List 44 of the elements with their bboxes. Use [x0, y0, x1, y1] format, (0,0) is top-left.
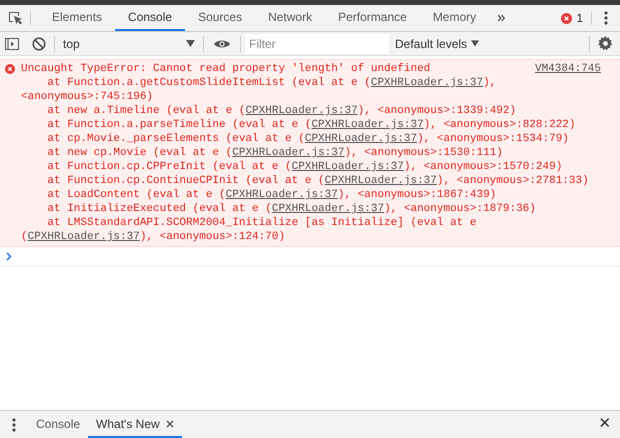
source-link[interactable]: CPXHRLoader.js:37 [28, 231, 140, 243]
stack-frame: at InitializeExecuted (eval at e (CPXHRLoader.js:37), <anonymous>:1879:36) [21, 202, 601, 216]
drawer-tab-label: What's New [96, 416, 160, 432]
source-link[interactable]: CPXHRLoader.js:37 [226, 189, 338, 201]
source-link[interactable]: CPXHRLoader.js:37 [272, 203, 384, 215]
panel-tab[interactable]: Performance [325, 5, 420, 31]
stack-frame: at new cp.Movie (eval at e (CPXHRLoader.js:37), <anonymous>:1530:111) [21, 146, 601, 160]
stack-frame: at Function.cp.CPPreInit (eval at e (CPXHRLoader.js:37), <anonymous>:1570:249) [21, 160, 601, 174]
source-link[interactable]: CPXHRLoader.js:37 [324, 175, 437, 187]
stack-frame: at LoadContent (eval at e (CPXHRLoader.js:37), <anonymous>:1867:439) [21, 188, 601, 202]
stack-frame: at LMSStandardAPI.SCORM2004_Initialize [as Initialize] (eval at e (CPXHRLoader.js:37), <anonymous>:124:70) [21, 216, 601, 244]
source-link[interactable]: CPXHRLoader.js:37 [304, 133, 418, 145]
drawer-tab[interactable]: Console [28, 411, 88, 438]
error-icon [561, 12, 572, 24]
prompt-chevron-icon [6, 252, 12, 261]
stack-frame: at Function.a.getCustomSlideItemList (eval at e (CPXHRLoader.js:37), <anonymous>:745:196) [21, 76, 601, 104]
filter-field[interactable]: Filter [245, 34, 389, 54]
more-tabs-button[interactable]: » [489, 5, 514, 31]
error-count: 1 [576, 10, 583, 27]
panel-tab[interactable]: Memory [420, 5, 490, 31]
drawer-tab-label: Console [36, 416, 80, 432]
close-drawer-button[interactable]: ✕ [590, 411, 620, 438]
dropdown-caret-icon [471, 40, 480, 47]
drawer-tab[interactable]: What's New [88, 411, 182, 438]
stack-frame: at Function.cp.ContinueCPInit (eval at e (CPXHRLoader.js:37), <anonymous>:2781:33) [21, 174, 601, 188]
stack-frame: at cp.Movie._parseElements (eval at e (CPXHRLoader.js:37), <anonymous>:1534:79) [21, 132, 601, 146]
source-link[interactable]: CPXHRLoader.js:37 [292, 161, 404, 173]
error-text: Uncaught TypeError: Cannot read property 'length' of undefined [21, 62, 430, 76]
stack-frame: at Function.a.parseTimeline (eval at e (CPXHRLoader.js:37), <anonymous>:828:222) [21, 118, 601, 132]
error-icon [5, 64, 15, 74]
panel-tab[interactable]: Elements [39, 5, 116, 31]
source-link[interactable]: CPXHRLoader.js:37 [232, 147, 344, 159]
dropdown-caret-icon [186, 40, 195, 47]
source-link[interactable]: CPXHRLoader.js:37 [311, 119, 424, 131]
source-link[interactable]: CPXHRLoader.js:37 [370, 77, 484, 89]
stack-frame: at new a.Timeline (eval at e (CPXHRLoader.js:37), <anonymous>:1339:492) [21, 104, 601, 118]
panel-tab[interactable]: Network [255, 5, 326, 31]
context-selector[interactable]: top [55, 34, 203, 52]
levels-dropdown[interactable]: Default levels [395, 34, 480, 52]
source-link[interactable]: CPXHRLoader.js:37 [245, 105, 358, 117]
close-icon[interactable] [166, 420, 174, 428]
source-link[interactable]: VM4384:745 [534, 62, 601, 76]
panel-tab[interactable]: Sources [185, 5, 256, 31]
error-counter[interactable]: 1 [561, 5, 591, 31]
